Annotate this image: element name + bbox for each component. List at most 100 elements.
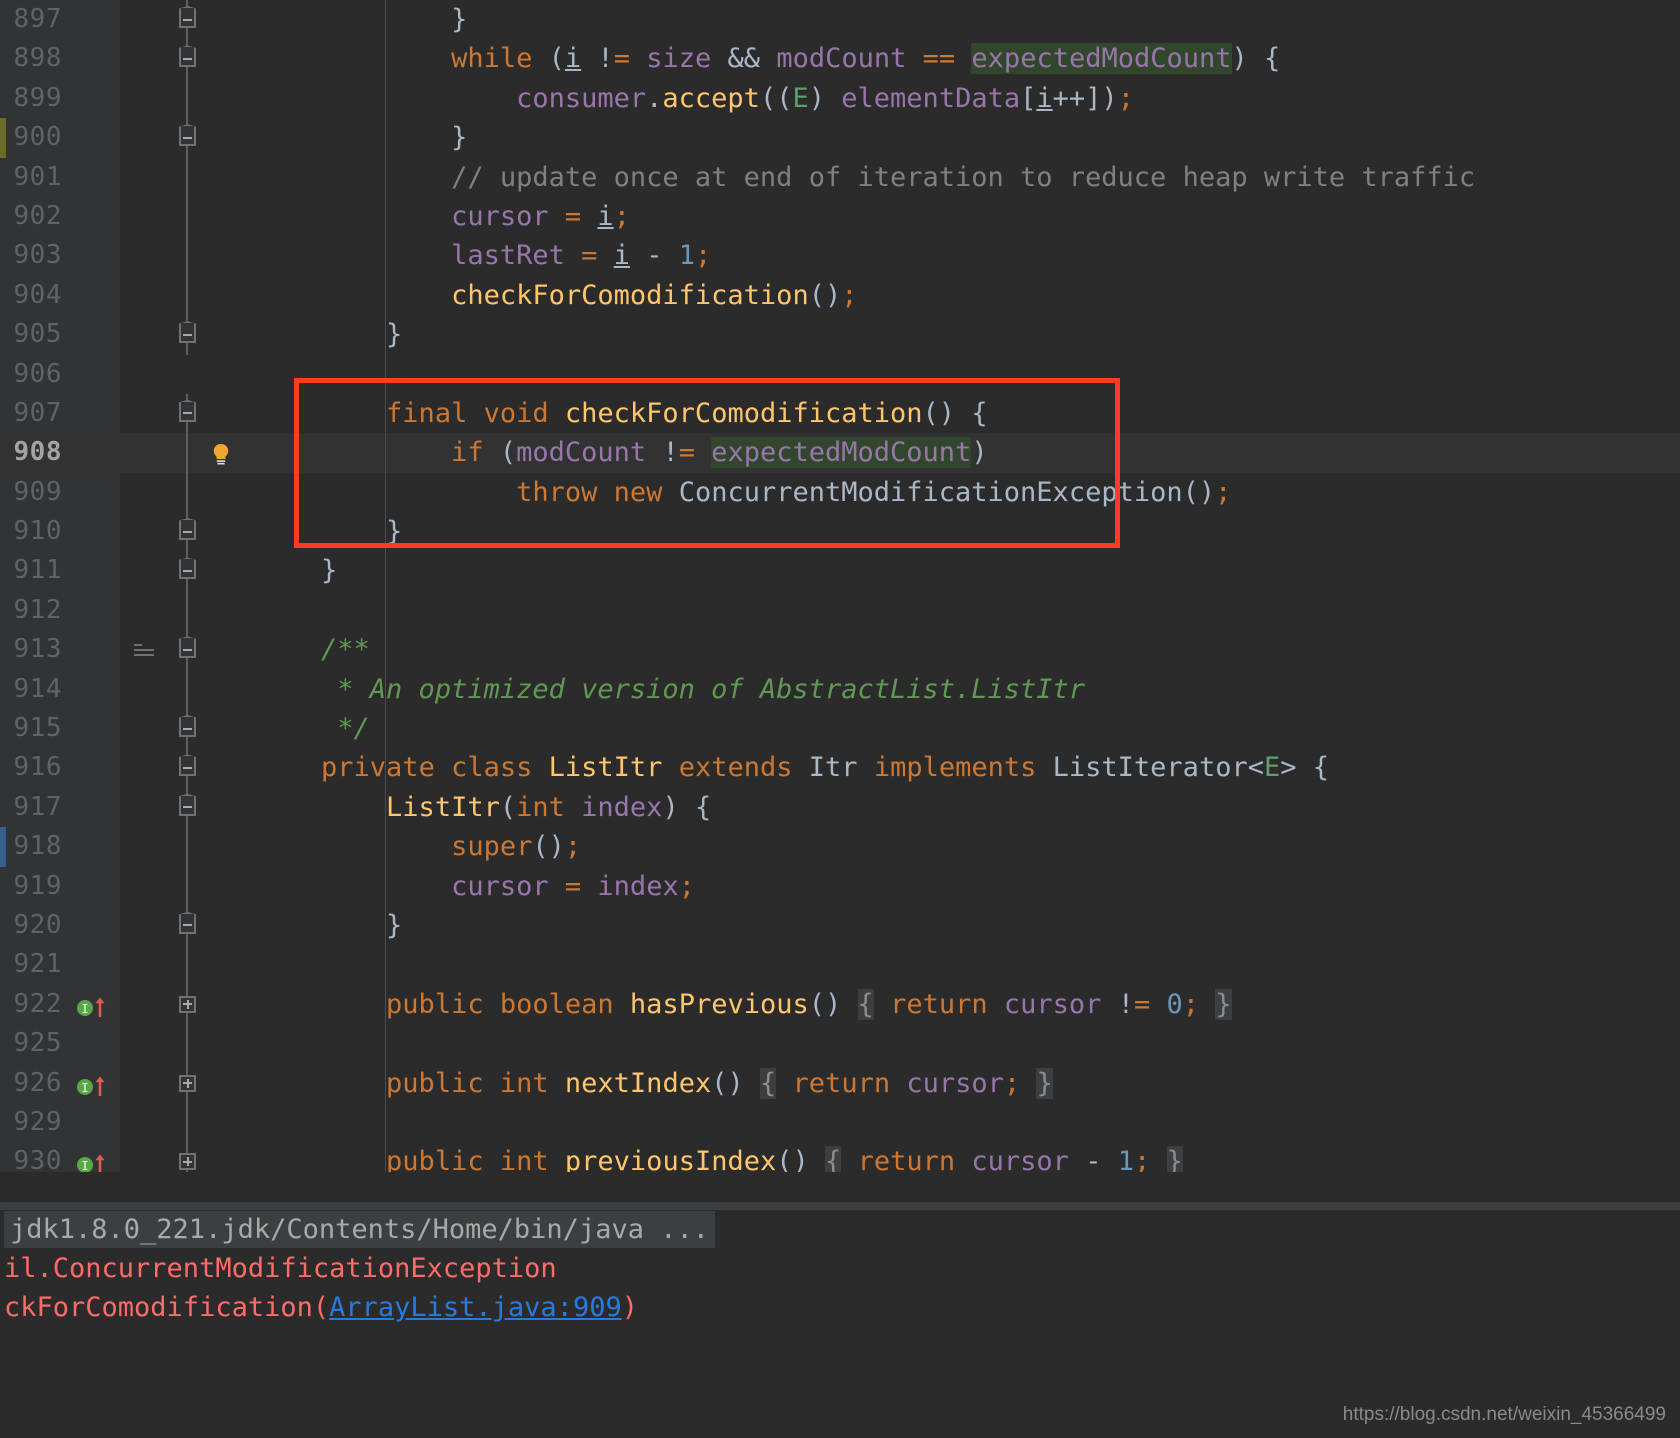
editor-line[interactable]: 930 I public int previousIndex() { return… [0, 1142, 1680, 1172]
fold-collapse-icon[interactable] [179, 916, 196, 934]
keyword-token: void [483, 397, 549, 429]
punct-token: = [678, 437, 695, 469]
fold-collapse-icon[interactable] [179, 759, 196, 777]
identifier-token: Itr [808, 752, 858, 784]
structure-marker-icon[interactable] [134, 644, 158, 657]
console-line: il.ConcurrentModificationException [0, 1249, 1680, 1288]
fold-collapse-icon[interactable] [179, 129, 196, 147]
editor-line[interactable]: 904 checkForComodification(); [0, 275, 1680, 316]
editor-line-list: 897 } 898 while (i != size && modCount ==… [0, 0, 1680, 1172]
editor-line[interactable]: 897 } [0, 0, 1680, 40]
editor-line[interactable]: 919 cursor = index; [0, 866, 1680, 906]
method-token: nextIndex [564, 1067, 712, 1099]
punct-token: ( [776, 1146, 793, 1172]
editor-line[interactable]: 918 super(); [0, 827, 1680, 867]
editor-line[interactable]: 903 lastRet = i - 1; [0, 236, 1680, 276]
highlighted-field-token: expectedModCount [971, 43, 1232, 75]
gutter-markers [0, 866, 256, 906]
fold-collapse-icon[interactable] [179, 326, 196, 344]
console-stacktrace-text: ckForComodification( [4, 1292, 330, 1323]
gutter-markers [0, 748, 256, 788]
editor-line[interactable]: 920 } [0, 905, 1680, 946]
keyword-token: public [386, 1067, 484, 1099]
svg-text:I: I [81, 1159, 88, 1172]
vcs-change-marker[interactable] [0, 118, 6, 158]
punct-token: ) [938, 397, 956, 429]
editor-line[interactable]: 909 throw new ConcurrentModificationExce… [0, 472, 1680, 513]
gutter-markers [0, 709, 256, 749]
fold-collapse-icon[interactable] [179, 523, 196, 541]
editor-line[interactable]: 925 [0, 1024, 1680, 1064]
gutter-markers [0, 787, 256, 828]
editor-line[interactable]: 899 consumer.accept((E) elementData[i++]… [0, 78, 1680, 119]
code-text: final void checkForComodification() { [256, 394, 988, 433]
fold-collapse-icon[interactable] [179, 50, 196, 68]
editor-line[interactable]: 902 cursor = i; [0, 196, 1680, 237]
punct-token: ) [1231, 43, 1248, 75]
fold-rail [186, 433, 188, 473]
gutter-markers [0, 945, 256, 985]
lightbulb-icon[interactable] [208, 441, 234, 467]
editor-line[interactable]: 906 [0, 354, 1680, 394]
stacktrace-file-link[interactable]: ArrayList.java:909 [329, 1292, 622, 1323]
implementing-method-icon[interactable]: I [76, 994, 112, 1018]
editor-line[interactable]: 914 * An optimized version of AbstractLi… [0, 669, 1680, 710]
punct-token: & [743, 43, 761, 75]
code-text: throw new ConcurrentModificationExceptio… [256, 473, 1231, 512]
fold-collapse-icon[interactable] [179, 11, 196, 28]
fold-collapse-icon[interactable] [179, 641, 196, 659]
editor-line[interactable]: 915 */ [0, 709, 1680, 749]
editor-line[interactable]: 898 while (i != size && modCount == expe… [0, 39, 1680, 79]
implementing-method-icon[interactable]: I [76, 1151, 112, 1172]
punct-token: ) [662, 791, 679, 823]
fold-collapse-icon[interactable] [179, 404, 196, 422]
punct-token: ( [808, 988, 825, 1020]
console-output: jdk1.8.0_221.jdk/Contents/Home/bin/java … [0, 1210, 1680, 1327]
editor-line[interactable]: 910 } [0, 512, 1680, 552]
code-text: * An optimized version of AbstractList.L… [256, 670, 1085, 709]
field-token: index [597, 870, 679, 902]
vcs-change-marker[interactable] [0, 827, 6, 867]
punct-token: ; [564, 831, 582, 863]
editor-line[interactable]: 921 [0, 945, 1680, 985]
highlighted-field-token: expectedModCount [711, 437, 972, 469]
number-token: 1 [678, 240, 695, 272]
implementing-method-icon[interactable]: I [76, 1073, 112, 1097]
console-line: jdk1.8.0_221.jdk/Contents/Home/bin/java … [0, 1210, 1680, 1249]
keyword-token: private [321, 752, 435, 784]
gutter-markers: I [0, 1063, 256, 1103]
editor-line[interactable]: 900 } [0, 118, 1680, 158]
method-token: ListItr [548, 752, 663, 784]
code-text: if (modCount != expectedModCount) [256, 433, 988, 472]
editor-line[interactable]: 922 I public boolean hasPrevious() { retu… [0, 984, 1680, 1025]
editor-line[interactable]: 911 } [0, 551, 1680, 591]
panel-splitter[interactable] [0, 1202, 1680, 1210]
editor-line[interactable]: 917 ListItr(int index) { [0, 787, 1680, 828]
fold-expand-icon[interactable] [179, 1153, 196, 1171]
fold-rail [186, 275, 188, 316]
punct-token: } [386, 319, 403, 351]
punct-token: ; [1117, 82, 1134, 114]
code-text: } [256, 551, 337, 590]
gutter-markers: I [0, 984, 256, 1025]
editor-line[interactable]: 908 if (modCount != expectedModCount) [0, 433, 1680, 473]
editor-line[interactable]: 912 [0, 590, 1680, 631]
editor-line[interactable]: 916 private class ListItr extends Itr im… [0, 748, 1680, 788]
fold-expand-icon[interactable] [179, 1074, 196, 1092]
editor-line[interactable]: 907 final void checkForComodification() … [0, 393, 1680, 434]
number-token: 0 [1166, 988, 1183, 1020]
editor-line[interactable]: 913 /** [0, 630, 1680, 670]
fold-collapse-icon[interactable] [179, 562, 196, 580]
fold-collapse-icon[interactable] [179, 798, 196, 816]
editor-line[interactable]: 901 // update once at end of iteration t… [0, 157, 1680, 197]
code-text: } [256, 0, 467, 39]
code-background [120, 354, 1680, 394]
fold-expand-icon[interactable] [179, 995, 196, 1013]
editor-line[interactable]: 926 I public int nextIndex() { return cur… [0, 1063, 1680, 1103]
fold-collapse-icon[interactable] [179, 720, 196, 738]
code-editor[interactable]: 897 } 898 while (i != size && modCount ==… [0, 0, 1680, 1172]
editor-line[interactable]: 905 } [0, 315, 1680, 355]
punct-token: ( [922, 397, 939, 429]
fold-rail [186, 590, 188, 631]
editor-line[interactable]: 929 [0, 1102, 1680, 1143]
